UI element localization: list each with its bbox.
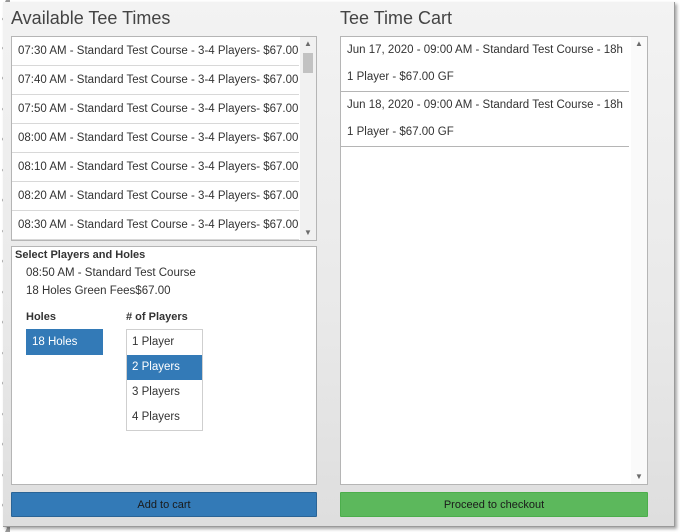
- players-label: # of Players: [126, 311, 188, 323]
- players-option[interactable]: 3 Players: [127, 380, 202, 405]
- tee-time-row[interactable]: 07:50 AM - Standard Test Course - 3-4 Pl…: [12, 95, 299, 124]
- tee-time-row[interactable]: 08:10 AM - Standard Test Course - 3-4 Pl…: [12, 153, 299, 182]
- scroll-thumb[interactable]: [303, 53, 313, 73]
- select-players-panel: Select Players and Holes 08:50 AM - Stan…: [11, 246, 317, 485]
- tee-time-row[interactable]: 08:20 AM - Standard Test Course - 3-4 Pl…: [12, 182, 299, 211]
- app-window: Available Tee Times 07:30 AM - Standard …: [3, 2, 675, 527]
- select-players-title: Select Players and Holes: [15, 249, 146, 261]
- cart-item-players-price: 1 Player - $67.00 GF: [347, 126, 454, 138]
- tee-time-row[interactable]: 07:30 AM - Standard Test Course - 3-4 Pl…: [12, 37, 299, 66]
- tee-time-row[interactable]: 07:40 AM - Standard Test Course - 3-4 Pl…: [12, 66, 299, 95]
- players-option[interactable]: 4 Players: [127, 405, 202, 430]
- cart-item-tee-time: Jun 17, 2020 - 09:00 AM - Standard Test …: [347, 44, 623, 56]
- tee-time-row[interactable]: 08:00 AM - Standard Test Course - 3-4 Pl…: [12, 124, 299, 153]
- selected-course-line: 08:50 AM - Standard Test Course: [26, 267, 196, 279]
- green-fee-line: 18 Holes Green Fees$67.00: [26, 285, 171, 297]
- available-tee-times-heading: Available Tee Times: [11, 8, 171, 28]
- players-option[interactable]: 1 Player: [127, 330, 202, 355]
- players-select-list: 1 Player 2 Players 3 Players 4 Players: [126, 329, 203, 431]
- cart-panel: Jun 17, 2020 - 09:00 AM - Standard Test …: [340, 36, 648, 485]
- tee-time-row[interactable]: 08:30 AM - Standard Test Course - 3-4 Pl…: [12, 211, 299, 240]
- holes-label: Holes: [26, 311, 56, 323]
- tee-times-scrollbar[interactable]: ▲ ▼: [300, 37, 316, 240]
- tee-time-cart-heading: Tee Time Cart: [340, 8, 453, 28]
- cart-scrollbar[interactable]: ▲ ▼: [631, 37, 647, 484]
- scroll-down-icon[interactable]: ▼: [631, 470, 647, 484]
- holes-option-18[interactable]: 18 Holes: [26, 329, 103, 355]
- add-to-cart-button[interactable]: Add to cart: [11, 492, 317, 517]
- tee-times-list: 07:30 AM - Standard Test Course - 3-4 Pl…: [12, 37, 299, 240]
- cart-item[interactable]: Jun 17, 2020 - 09:00 AM - Standard Test …: [341, 37, 629, 92]
- scroll-up-icon[interactable]: ▲: [631, 37, 647, 51]
- proceed-to-checkout-button[interactable]: Proceed to checkout: [340, 492, 648, 517]
- cart-item-tee-time: Jun 18, 2020 - 09:00 AM - Standard Test …: [347, 99, 623, 111]
- scroll-up-icon[interactable]: ▲: [300, 37, 316, 51]
- cart-item[interactable]: Jun 18, 2020 - 09:00 AM - Standard Test …: [341, 92, 629, 147]
- players-option[interactable]: 2 Players: [127, 355, 202, 380]
- scroll-down-icon[interactable]: ▼: [300, 226, 316, 240]
- cart-list: Jun 17, 2020 - 09:00 AM - Standard Test …: [341, 37, 647, 147]
- cart-item-players-price: 1 Player - $67.00 GF: [347, 71, 454, 83]
- tee-times-list-panel: 07:30 AM - Standard Test Course - 3-4 Pl…: [11, 36, 317, 241]
